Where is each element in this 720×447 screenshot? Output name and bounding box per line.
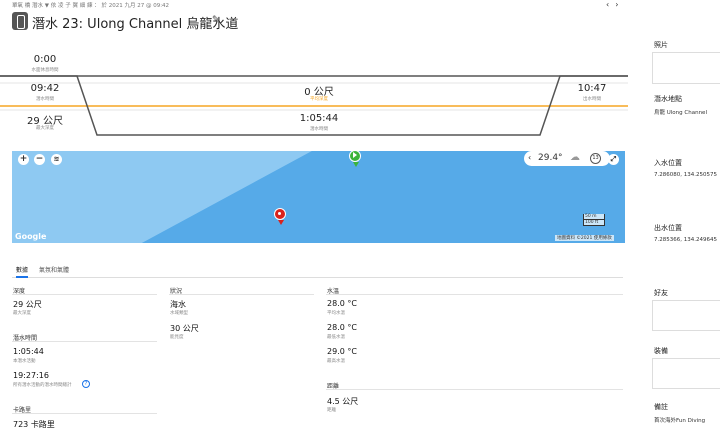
tab-weather-gas[interactable]: 氣氛和氣體 <box>39 265 69 274</box>
stat-avg-temp-label: 平均水溫 <box>327 311 345 316</box>
notes-label: 備註 <box>654 403 668 411</box>
zoom-out-button[interactable]: − <box>34 154 45 165</box>
gear-label: 裝備 <box>654 347 668 355</box>
stat-water-type-value: 海水 <box>170 300 186 309</box>
uv-index: 13 <box>590 153 601 164</box>
tab-data[interactable]: 數據 <box>16 265 29 278</box>
stat-water-type-label: 水域類型 <box>170 311 188 316</box>
divider <box>12 341 157 342</box>
buddies-label: 好友 <box>654 289 668 297</box>
exit-pin-tail <box>278 220 284 225</box>
stat-dive-time-value: 1:05:44 <box>13 347 44 356</box>
page-title: 潛水 23: Ulong Channel 烏龍水道 <box>32 17 239 32</box>
water-temperature: 29.4° <box>538 153 563 163</box>
edit-pencil-icon[interactable]: ✎ <box>212 15 220 25</box>
dive-time-label: 潛水時間 <box>310 127 328 132</box>
stat-dive-time-label: 本潛水活動 <box>13 359 36 364</box>
entry-pin-tail <box>353 162 359 167</box>
stat-max-depth-value: 29 公尺 <box>13 300 42 309</box>
scale-imperial: 100 ft <box>583 220 605 226</box>
stat-max-temp-label: 最高水溫 <box>327 359 345 364</box>
map-layers-icon[interactable]: ≋ <box>51 154 62 165</box>
max-depth-label: 最大深度 <box>36 126 54 131</box>
dive-nav: ‹› <box>606 0 624 9</box>
google-logo: Google <box>15 232 47 241</box>
dive-time-value: 1:05:44 <box>299 113 339 124</box>
stat-visibility-value: 30 公尺 <box>170 324 199 333</box>
stat-total-dive-time-label: 所有潛水活動的潛水時間總計 <box>13 383 72 388</box>
stat-max-depth-label: 最大深度 <box>13 311 31 316</box>
fullscreen-icon[interactable]: ⤢ <box>608 154 619 165</box>
exit-location-label: 出水位置 <box>654 224 682 232</box>
photos-label: 照片 <box>654 41 668 49</box>
divider <box>326 294 623 295</box>
stats-tabs: 數據 氣氛和氣體 <box>12 264 623 278</box>
weather-widget: ‹ 29.4° ☁ 13 <box>524 151 610 166</box>
surface-interval-label: 水面休息時間 <box>31 68 59 73</box>
stat-distance-label: 距離 <box>327 408 336 413</box>
entry-point-pin-icon[interactable] <box>349 150 361 162</box>
previous-dive-arrow[interactable]: ‹ <box>606 0 615 9</box>
exit-time-value: 10:47 <box>577 83 607 94</box>
buddies-panel[interactable] <box>652 300 720 331</box>
entry-location-value: 7.286080, 134.250575 <box>654 172 717 178</box>
stat-min-temp-label: 最低水溫 <box>327 335 345 340</box>
stat-total-dive-time-value: 19:27:16 <box>13 371 49 380</box>
divider <box>169 294 314 295</box>
divider <box>326 389 623 390</box>
map-attribution[interactable]: 地圖資料 ©2021 使用條款 <box>555 235 614 241</box>
stat-calories-value: 723 卡路里 <box>13 420 55 429</box>
divider <box>12 413 157 414</box>
stat-max-temp-value: 29.0 °C <box>327 347 357 356</box>
entry-location-label: 入水位置 <box>654 159 682 167</box>
stat-visibility-label: 能見度 <box>170 335 184 340</box>
cloud-icon: ☁ <box>570 152 580 163</box>
gear-panel[interactable] <box>652 358 720 389</box>
dive-meta-line: 單氧 橋 潛水 ▼ 依 凌 子 翼 細 練 ： 於 2021 九月 27 @ 0… <box>12 3 170 9</box>
notes-value: 首次海外Fun Diving <box>654 418 706 424</box>
photos-panel[interactable] <box>652 52 720 84</box>
dive-profile-chart: 0:00 水面休息時間 09:42 潛水時間 29 公尺 最大深度 0 公尺 平… <box>0 52 628 144</box>
dive-site-label: 潛水地點 <box>654 95 682 103</box>
surface-interval-value: 0:00 <box>33 54 57 65</box>
exit-point-pin-icon[interactable] <box>274 208 286 220</box>
divider <box>12 294 157 295</box>
map-scale: 50 m 100 ft <box>583 214 605 232</box>
entry-time-value: 09:42 <box>30 83 60 94</box>
dive-site-value[interactable]: 烏龍 Ulong Channel <box>654 108 707 116</box>
avg-depth-label: 平均深度 <box>310 97 328 102</box>
info-icon[interactable]: ? <box>82 380 90 388</box>
entry-time-label: 潛水時間 <box>36 97 54 102</box>
stat-distance-value: 4.5 公尺 <box>327 397 359 406</box>
stat-min-temp-value: 28.0 °C <box>327 323 357 332</box>
stat-avg-temp-value: 28.0 °C <box>327 299 357 308</box>
weather-prev-icon[interactable]: ‹ <box>528 153 531 162</box>
exit-location-value: 7.285366, 134.249645 <box>654 237 717 243</box>
next-dive-arrow[interactable]: › <box>615 0 624 9</box>
exit-time-label: 出水時間 <box>583 97 601 102</box>
zoom-in-button[interactable]: + <box>18 154 29 165</box>
scuba-tank-icon <box>12 12 28 30</box>
